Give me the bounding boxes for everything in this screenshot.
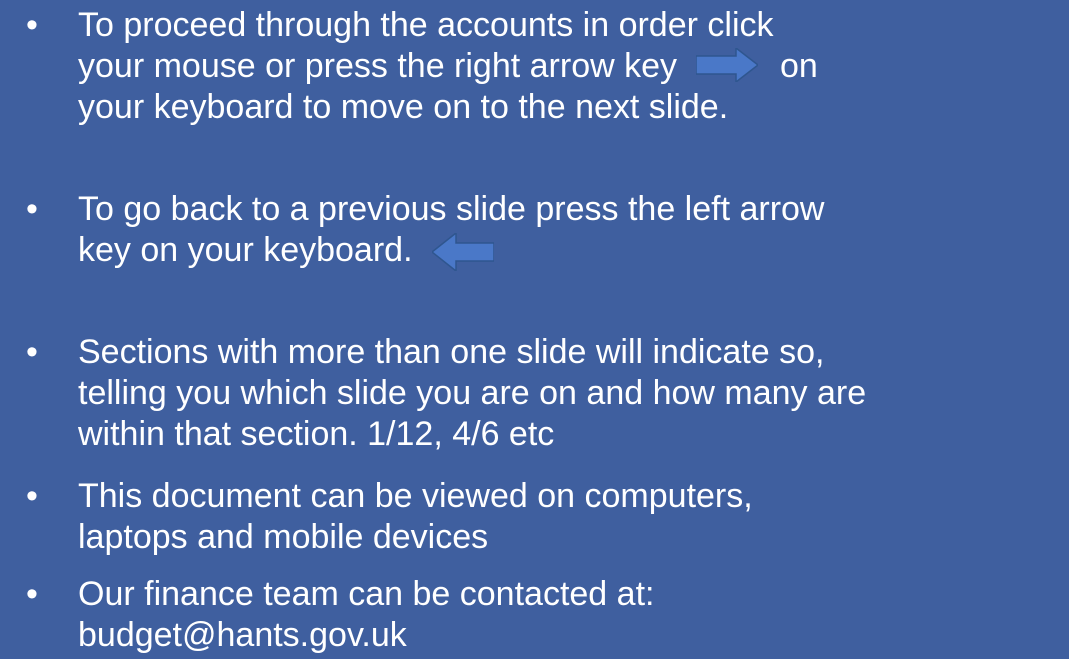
left-arrow-icon — [431, 233, 494, 271]
right-arrow-icon — [696, 48, 759, 82]
left-arrow-icon-svg — [431, 233, 494, 271]
bullet-text: Sections with more than one slide will i… — [78, 332, 1068, 455]
bullet-point: • — [26, 190, 38, 228]
bullet-line-text: your mouse or press the right arrow key — [78, 47, 678, 85]
bullet-line: telling you which slide you are on and h… — [78, 374, 867, 412]
bullet-point: • — [26, 6, 38, 44]
slide: • To proceed through the accounts in ord… — [0, 0, 1069, 659]
bullet-line: This document can be viewed on computers… — [78, 477, 753, 515]
bullet-line-text: key on your keyboard. — [78, 231, 413, 269]
bullet-line: laptops and mobile devices — [78, 518, 489, 556]
bullet-line-with-arrow: key on your keyboard. — [78, 230, 1068, 271]
bullet-line-with-arrow: your mouse or press the right arrow key … — [78, 46, 1068, 87]
bullet-point: • — [26, 575, 38, 613]
bullet-text: To go back to a previous slide press the… — [78, 189, 1068, 271]
bullet-line: your keyboard to move on to the next sli… — [78, 88, 729, 126]
bullet-point: • — [26, 477, 38, 515]
bullet-line-text-on: on — [779, 47, 818, 85]
bullet-text: This document can be viewed on computers… — [78, 476, 1068, 558]
bullet-line: Sections with more than one slide will i… — [78, 333, 825, 371]
bullet-text: To proceed through the accounts in order… — [78, 5, 1068, 128]
right-arrow-icon-svg — [696, 48, 759, 82]
bullet-text: Our finance team can be contacted at: bu… — [78, 574, 1068, 656]
bullet-line: To proceed through the accounts in order… — [78, 6, 774, 44]
bullet-line: Our finance team can be contacted at: — [78, 575, 655, 613]
bullet-line: To go back to a previous slide press the… — [78, 190, 825, 228]
bullet-line: within that section. 1/12, 4/6 etc — [78, 415, 555, 453]
bullet-point: • — [26, 333, 38, 371]
contact-email: budget@hants.gov.uk — [78, 616, 407, 654]
